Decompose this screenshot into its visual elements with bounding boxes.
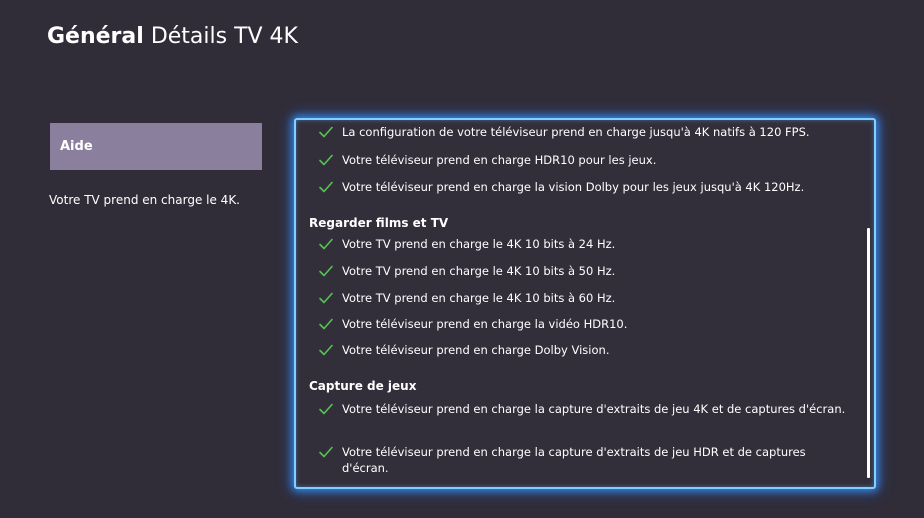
section-title-films: Regarder films et TV bbox=[309, 216, 449, 230]
list-item: Votre téléviseur prend en charge la capt… bbox=[318, 444, 848, 476]
list-item: Votre TV prend en charge le 4K 10 bits à… bbox=[318, 290, 848, 306]
section-title-capture: Capture de jeux bbox=[309, 379, 417, 393]
check-icon bbox=[319, 446, 333, 458]
check-icon bbox=[319, 265, 333, 277]
check-icon bbox=[319, 403, 333, 415]
list-item-label: Votre téléviseur prend en charge Dolby V… bbox=[342, 343, 610, 357]
list-item-label: Votre téléviseur prend en charge la visi… bbox=[342, 180, 805, 194]
list-item: Votre téléviseur prend en charge la vidé… bbox=[318, 316, 848, 332]
check-icon bbox=[319, 344, 333, 356]
list-item-label: Votre téléviseur prend en charge la capt… bbox=[342, 445, 806, 475]
scrollbar[interactable] bbox=[867, 228, 870, 478]
list-item-label: Votre téléviseur prend en charge HDR10 p… bbox=[342, 153, 657, 167]
list-item: Votre TV prend en charge le 4K 10 bits à… bbox=[318, 236, 848, 252]
list-item: Votre téléviseur prend en charge HDR10 p… bbox=[318, 152, 848, 168]
list-item-label: Votre téléviseur prend en charge la vidé… bbox=[342, 317, 628, 331]
check-icon bbox=[319, 292, 333, 304]
list-item-label: Votre TV prend en charge le 4K 10 bits à… bbox=[342, 264, 616, 278]
help-button[interactable]: Aide bbox=[50, 123, 262, 170]
check-icon bbox=[319, 126, 333, 138]
check-icon bbox=[319, 181, 333, 193]
check-icon bbox=[319, 154, 333, 166]
list-item: Votre téléviseur prend en charge la capt… bbox=[318, 401, 848, 417]
list-item-label: La configuration de votre téléviseur pre… bbox=[342, 125, 810, 139]
list-item: Votre téléviseur prend en charge la visi… bbox=[318, 179, 848, 195]
list-item: Votre TV prend en charge le 4K 10 bits à… bbox=[318, 263, 848, 279]
header-section-title: Général bbox=[47, 24, 144, 49]
list-item: La configuration de votre téléviseur pre… bbox=[318, 124, 848, 140]
page-title: Détails TV 4K bbox=[150, 24, 298, 49]
page-header: Général Détails TV 4K bbox=[47, 22, 298, 52]
list-item-label: Votre téléviseur prend en charge la capt… bbox=[342, 402, 846, 416]
check-icon bbox=[319, 238, 333, 250]
check-icon bbox=[319, 318, 333, 330]
support-summary: Votre TV prend en charge le 4K. bbox=[49, 193, 240, 207]
tv-details-panel[interactable]: La configuration de votre téléviseur pre… bbox=[294, 118, 876, 489]
list-item: Votre téléviseur prend en charge Dolby V… bbox=[318, 342, 848, 358]
list-item-label: Votre TV prend en charge le 4K 10 bits à… bbox=[342, 237, 616, 251]
list-item-label: Votre TV prend en charge le 4K 10 bits à… bbox=[342, 291, 616, 305]
